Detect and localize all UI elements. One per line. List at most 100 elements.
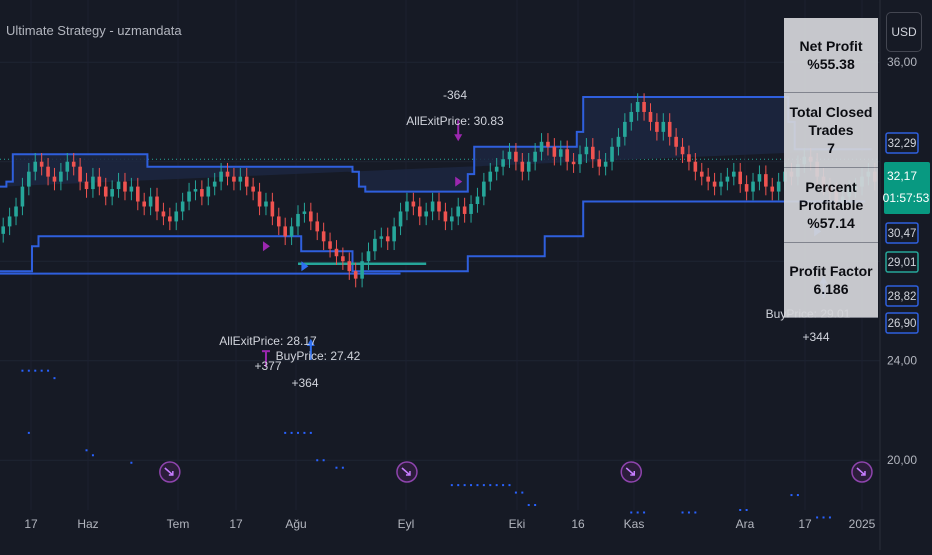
candle (610, 146, 614, 162)
strategy-stats-table: Net Profit %55.38 Total Closed Trades 7 … (784, 18, 878, 318)
indicator-dot (303, 431, 306, 434)
candle (161, 211, 166, 217)
candle (680, 146, 685, 155)
stat-value: 7 (827, 140, 835, 156)
indicator-dot (482, 484, 485, 487)
candle (507, 151, 512, 160)
candle (411, 201, 416, 207)
candle (571, 161, 576, 165)
indicator-dot (739, 509, 742, 511)
y-tick-label: 20,00 (887, 453, 917, 467)
indicator-dot (636, 511, 639, 514)
signal-annotation: +344 (802, 330, 829, 344)
indicator-dot (316, 459, 319, 462)
candle (20, 186, 25, 207)
candle (603, 161, 608, 167)
indicator-dot (322, 459, 325, 462)
candle (39, 161, 44, 167)
candle (225, 171, 230, 177)
signal-annotation: -364 (443, 88, 467, 102)
x-tick-label: Kas (624, 517, 645, 531)
candle (565, 149, 569, 162)
candle (328, 241, 332, 249)
candle (546, 141, 550, 147)
candle (732, 171, 736, 177)
candle (302, 211, 307, 214)
indicator-dot (21, 369, 24, 372)
candle (674, 136, 678, 147)
chart-root: 17 Haz Tem 17 Ağu Eyl Eki 16 Kas Ara 17 2025 36,00 2… (0, 0, 932, 550)
candle (232, 176, 236, 182)
indicator-dot (91, 454, 94, 457)
candle (552, 146, 557, 157)
candle (648, 111, 653, 122)
candle (475, 196, 480, 204)
indicator-dot (681, 511, 684, 514)
candle (706, 176, 710, 182)
candle (488, 171, 493, 182)
candle (155, 196, 159, 212)
candle (264, 201, 268, 207)
candle (699, 171, 704, 177)
x-tick-label: Ağu (285, 517, 306, 531)
indicator-dot (796, 494, 799, 497)
indicator-dot (822, 516, 825, 519)
candle (520, 161, 525, 172)
candle (398, 211, 403, 227)
x-tick-label: 16 (571, 517, 585, 531)
candle (558, 149, 563, 157)
candle (501, 159, 505, 167)
candle (257, 191, 262, 207)
candle (533, 151, 537, 162)
indicator-dot (508, 484, 511, 487)
candle (770, 186, 775, 192)
price-badge-label: 30,47 (888, 228, 917, 240)
candle (597, 159, 602, 167)
candle (1, 226, 6, 234)
candle (373, 238, 377, 252)
indicator-dot (27, 431, 30, 434)
candle (315, 221, 320, 232)
candle (482, 181, 486, 197)
candle (84, 181, 89, 190)
candle (494, 166, 499, 172)
indicator-dot (309, 431, 312, 434)
candle (283, 226, 287, 237)
candle (693, 161, 698, 172)
candle (526, 161, 531, 172)
price-badge-label: 29,01 (888, 257, 917, 269)
stat-value: %55.38 (807, 56, 855, 72)
signal-annotation: AllExitPrice: 30.83 (406, 114, 504, 128)
indicator-dot (521, 491, 524, 494)
indicator-dot (53, 377, 56, 380)
indicator-dot (534, 504, 537, 507)
candle (238, 176, 243, 182)
candle (667, 121, 672, 137)
indicator-dot (828, 516, 831, 519)
signal-annotation: AllExitPrice: 28.17 (219, 334, 317, 348)
candle (142, 201, 146, 207)
x-tick-label: 17 (798, 517, 812, 531)
candle (655, 121, 659, 132)
candle (244, 176, 249, 187)
indicator-dot (457, 484, 460, 487)
candle (187, 191, 191, 202)
candle (174, 211, 179, 222)
currency-button[interactable]: USD (886, 12, 922, 52)
indicator-dot (495, 484, 498, 487)
candle (379, 236, 384, 239)
stat-percent-profitable: Percent Profitable %57.14 (784, 168, 878, 243)
stat-label: Total Closed Trades (789, 104, 873, 138)
candle (462, 206, 467, 214)
candle (14, 206, 18, 217)
candle (437, 201, 441, 212)
indicator-dot (284, 431, 287, 434)
candle (456, 206, 461, 217)
candle (148, 196, 153, 207)
x-tick-label: 17 (229, 517, 243, 531)
indicator-dot (502, 484, 505, 487)
candle (78, 166, 82, 182)
indicator-dot (85, 449, 88, 452)
candle (347, 261, 352, 272)
indicator-dot (489, 484, 492, 487)
